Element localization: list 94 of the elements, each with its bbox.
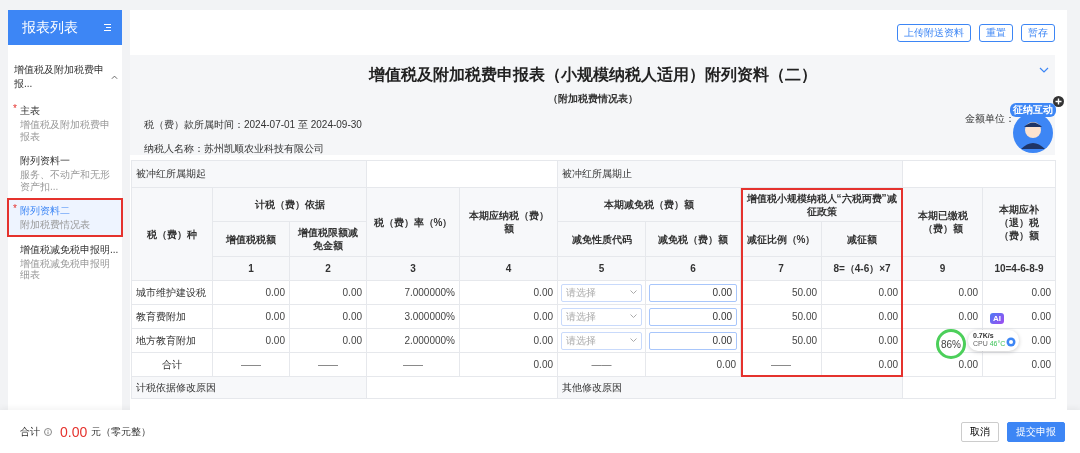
sidebar-item[interactable]: 附列资料一 服务、不动产和无形资产扣... bbox=[8, 149, 122, 197]
sidebar-item[interactable]: * 主表 增值税及附加税费申报表 bbox=[8, 99, 122, 147]
item-subtitle: 附加税费情况表 bbox=[20, 219, 91, 231]
input-field[interactable]: 0.00 bbox=[649, 307, 737, 326]
input-field[interactable]: 0.00 bbox=[649, 283, 737, 302]
submit-button[interactable]: 提交申报 bbox=[1007, 421, 1065, 442]
required-mark: * bbox=[13, 103, 17, 114]
assistant-label[interactable]: 征纳互动 bbox=[1010, 103, 1056, 117]
dot-icon bbox=[1006, 337, 1017, 347]
table-cell: 0.00 bbox=[289, 304, 367, 329]
table-cell: 0.00 bbox=[982, 280, 1056, 305]
table-cell: 2.000000% bbox=[366, 328, 460, 353]
row-label: 教育费附加 bbox=[131, 304, 213, 329]
column-header: 本期减免税（费）额 bbox=[557, 187, 741, 222]
menu-icon bbox=[103, 23, 112, 32]
row-label: 地方教育附加 bbox=[131, 328, 213, 353]
total-amount: 0.00 bbox=[60, 423, 88, 440]
table-cell: 0.00 bbox=[459, 280, 558, 305]
table-cell: 0.00 bbox=[459, 352, 558, 377]
amount-words: 元（零元整） bbox=[91, 424, 152, 439]
table-cell: 0.00 bbox=[289, 328, 367, 353]
item-title: 主表 bbox=[20, 104, 41, 118]
column-header: 减免性质代码 bbox=[557, 221, 646, 257]
item-subtitle: 增值税减免税申报明细表 bbox=[20, 257, 111, 281]
chevron-down-icon[interactable] bbox=[1039, 67, 1049, 74]
caret-icon bbox=[630, 338, 637, 343]
table-cell: 50.00 bbox=[740, 280, 822, 305]
table-cell: 0.00 bbox=[212, 280, 290, 305]
table-cell: 被冲红所属期起 bbox=[131, 160, 367, 188]
table-cell: —— bbox=[366, 352, 460, 377]
column-header: 减免税（费）额 bbox=[645, 221, 741, 257]
toolbar-button[interactable]: 上传附送资料 bbox=[897, 23, 971, 42]
toolbar-button[interactable]: 重置 bbox=[979, 23, 1013, 42]
period-text: 税（费）款所属时间：2024-07-01 至 2024-09-30 bbox=[144, 118, 362, 132]
table-cell: 0.00 bbox=[212, 304, 290, 329]
column-header: 本期已缴税（费）额 bbox=[902, 187, 983, 257]
table-cell: 被冲红所属期止 bbox=[557, 160, 903, 188]
table-cell: 计税依据修改原因 bbox=[131, 376, 367, 399]
column-number: 3 bbox=[366, 256, 460, 281]
table-cell: —— bbox=[557, 352, 646, 377]
usage-ring[interactable]: 86% bbox=[936, 329, 966, 359]
placeholder-text: 请选择 bbox=[566, 285, 596, 300]
column-number: 6 bbox=[645, 256, 741, 281]
sidebar-item[interactable]: * 附列资料二 附加税费情况表 bbox=[8, 199, 122, 236]
toolbar-button[interactable]: 暂存 bbox=[1021, 23, 1055, 42]
table-cell: 3.000000% bbox=[366, 304, 460, 329]
table-cell: 7.000000% bbox=[366, 280, 460, 305]
item-title: 附列资料一 bbox=[20, 154, 71, 168]
table-cell: —— bbox=[212, 352, 290, 377]
column-header: 本期应纳税（费）额 bbox=[459, 187, 558, 257]
table-cell: 0.00 bbox=[212, 328, 290, 353]
column-header: 税（费）率（%） bbox=[366, 187, 460, 257]
taxpayer-text: 纳税人名称：苏州凯顺农业科技有限公司 bbox=[144, 142, 324, 156]
required-mark: * bbox=[13, 203, 17, 214]
sidebar-item[interactable]: 增值税减免税申报明... 增值税减免税申报明细表 bbox=[8, 237, 122, 286]
sidebar-title: 报表列表 bbox=[22, 18, 78, 37]
table-cell: 0.00 bbox=[982, 352, 1056, 377]
tree-group[interactable]: 增值税及附加税费申报... bbox=[8, 45, 122, 99]
info-icon bbox=[44, 427, 52, 436]
item-subtitle: 服务、不动产和无形资产扣... bbox=[20, 169, 111, 192]
row-label: 城市维护建设税 bbox=[131, 280, 213, 305]
table-cell: 0.00 bbox=[459, 328, 558, 353]
column-header: 计税（费）依据 bbox=[212, 187, 367, 222]
input-field[interactable]: 0.00 bbox=[649, 331, 737, 350]
column-header: 本期应补（退）税（费）额 bbox=[982, 187, 1056, 257]
table-cell: 50.00 bbox=[740, 304, 822, 329]
table-cell: 0.00 bbox=[289, 280, 367, 305]
plus-icon[interactable] bbox=[1053, 96, 1064, 107]
table-cell: 0.00 bbox=[902, 280, 983, 305]
column-header: 增值税限额减免金额 bbox=[289, 221, 367, 257]
group-label: 增值税及附加税费申报... bbox=[14, 63, 105, 91]
table-cell: —— bbox=[289, 352, 367, 377]
placeholder-text: 请选择 bbox=[566, 333, 596, 348]
table-cell: 其他修改原因 bbox=[557, 376, 903, 399]
table-cell: 0.00 bbox=[902, 304, 983, 329]
item-title: 增值税减免税申报明... bbox=[20, 242, 119, 257]
table-cell: 0.00 bbox=[459, 304, 558, 329]
column-number: 5 bbox=[557, 256, 646, 281]
form-title: 增值税及附加税费申报表（小规模纳税人适用）附列资料（二） bbox=[367, 65, 818, 85]
total-label: 合计 bbox=[20, 424, 40, 439]
table-cell: 50.00 bbox=[740, 328, 822, 353]
item-subtitle: 增值税及附加税费申报表 bbox=[20, 119, 111, 142]
caret-icon bbox=[630, 290, 637, 295]
column-number: 4 bbox=[459, 256, 558, 281]
placeholder-text: 请选择 bbox=[566, 309, 596, 324]
form-subtitle: （附加税费情况表） bbox=[546, 92, 639, 106]
column-header: 增值税税额 bbox=[212, 221, 290, 257]
table-cell: 0.00 bbox=[645, 352, 741, 377]
total-label: 合计 bbox=[131, 352, 213, 377]
caret-icon bbox=[630, 314, 637, 319]
column-header: 税（费）种 bbox=[131, 187, 213, 281]
ai-badge[interactable]: AI bbox=[990, 313, 1004, 324]
item-title: 附列资料二 bbox=[20, 204, 71, 218]
cancel-button[interactable]: 取消 bbox=[961, 421, 999, 442]
